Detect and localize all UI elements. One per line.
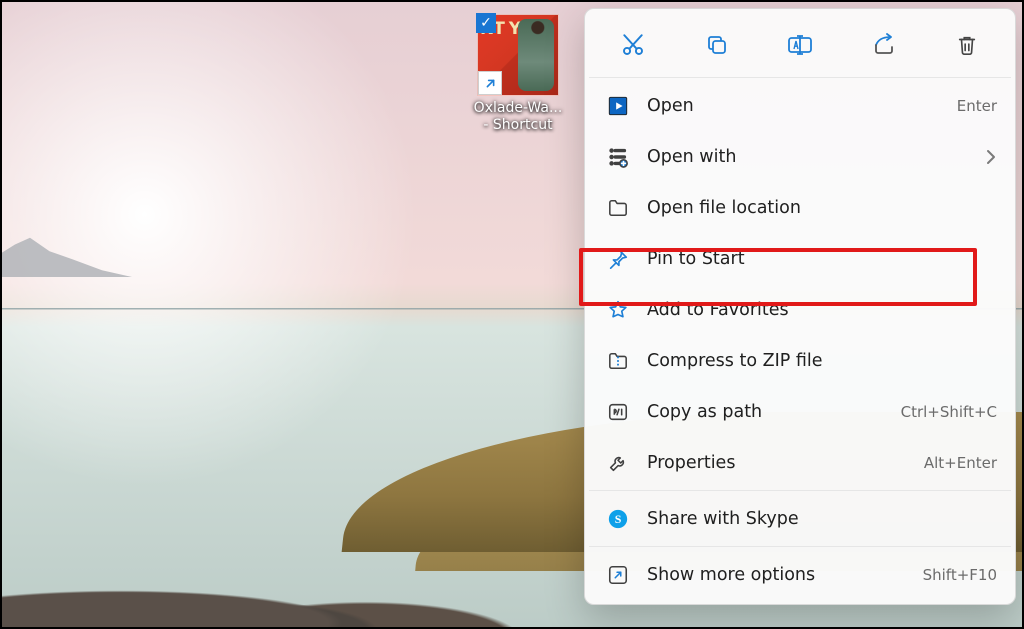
play-icon: [605, 93, 631, 119]
zip-folder-icon: [605, 348, 631, 374]
desktop-shortcut[interactable]: NT YOU ✓ Oxlade-Wa... - Shortcut: [468, 14, 568, 134]
menu-item-label: Share with Skype: [647, 509, 997, 529]
thumbnail-figure: [518, 19, 554, 91]
wrench-icon: [605, 450, 631, 476]
open-with-icon: [605, 144, 631, 170]
copy-icon: [705, 33, 729, 57]
menu-item-label: Copy as path: [647, 402, 901, 422]
menu-item-label: Pin to Start: [647, 249, 997, 269]
delete-button[interactable]: [941, 25, 993, 65]
rename-icon: [787, 33, 813, 57]
share-icon: [871, 33, 897, 57]
menu-item-add-to-favorites[interactable]: Add to Favorites: [585, 284, 1015, 335]
menu-item-hint: Alt+Enter: [924, 454, 997, 472]
mountain-shape: [0, 221, 132, 277]
shortcut-arrow-overlay-icon: [478, 71, 502, 95]
folder-icon: [605, 195, 631, 221]
pin-icon: [605, 246, 631, 272]
rocks-shape: [0, 551, 610, 629]
trash-icon: [956, 33, 978, 57]
menu-item-compress-zip[interactable]: Compress to ZIP file: [585, 335, 1015, 386]
skype-icon: S: [605, 506, 631, 532]
chevron-right-icon: [985, 149, 997, 165]
menu-item-label: Properties: [647, 453, 924, 473]
menu-item-copy-as-path[interactable]: Copy as path Ctrl+Shift+C: [585, 386, 1015, 437]
menu-separator: [589, 490, 1011, 491]
menu-item-hint: Shift+F10: [923, 566, 997, 584]
svg-text:S: S: [615, 512, 622, 526]
menu-item-share-with-skype[interactable]: S Share with Skype: [585, 493, 1015, 544]
menu-separator: [589, 546, 1011, 547]
menu-item-open-file-location[interactable]: Open file location: [585, 182, 1015, 233]
scissors-icon: [620, 32, 646, 58]
desktop-viewport: NT YOU ✓ Oxlade-Wa... - Shortcut: [0, 0, 1024, 629]
copy-button[interactable]: [691, 25, 743, 65]
copy-path-icon: [605, 399, 631, 425]
menu-item-pin-to-start[interactable]: Pin to Start: [585, 233, 1015, 284]
share-button[interactable]: [858, 25, 910, 65]
show-more-icon: [605, 562, 631, 588]
menu-item-label: Add to Favorites: [647, 300, 997, 320]
shortcut-label: Oxlade-Wa... - Shortcut: [468, 100, 568, 134]
star-icon: [605, 297, 631, 323]
context-menu: Open Enter Open with: [584, 8, 1016, 605]
menu-item-hint: Enter: [957, 97, 997, 115]
menu-item-label: Open: [647, 96, 957, 116]
menu-item-hint: Ctrl+Shift+C: [901, 403, 997, 421]
menu-item-label: Open with: [647, 147, 977, 167]
menu-separator: [589, 77, 1011, 78]
cut-button[interactable]: [607, 25, 659, 65]
menu-item-open[interactable]: Open Enter: [585, 80, 1015, 131]
menu-item-label: Compress to ZIP file: [647, 351, 997, 371]
rename-button[interactable]: [774, 25, 826, 65]
selection-check-icon: ✓: [476, 13, 496, 33]
menu-item-properties[interactable]: Properties Alt+Enter: [585, 437, 1015, 488]
menu-item-open-with[interactable]: Open with: [585, 131, 1015, 182]
quick-actions-row: [585, 15, 1015, 75]
menu-item-label: Show more options: [647, 565, 923, 585]
menu-item-show-more-options[interactable]: Show more options Shift+F10: [585, 549, 1015, 600]
shortcut-label-line2: - Shortcut: [468, 117, 568, 134]
menu-item-label: Open file location: [647, 198, 997, 218]
shortcut-thumbnail: NT YOU ✓: [477, 14, 559, 96]
shortcut-label-line1: Oxlade-Wa...: [468, 100, 568, 117]
